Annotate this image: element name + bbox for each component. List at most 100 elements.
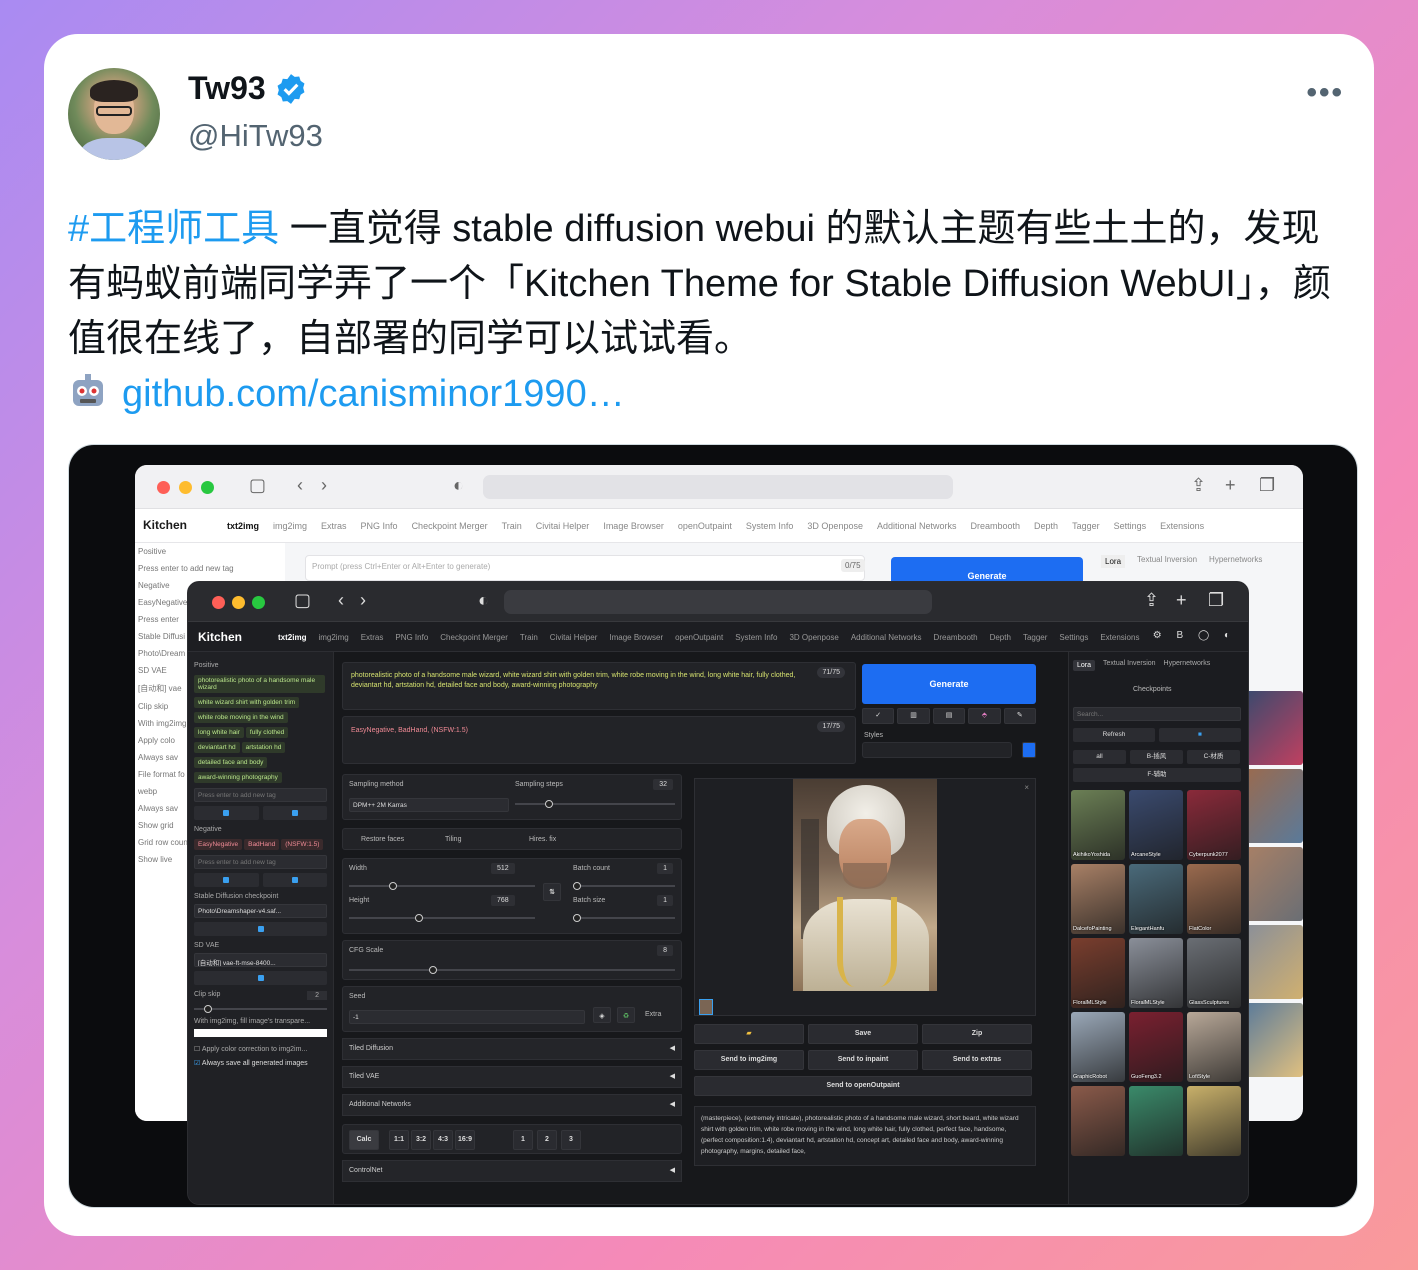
ratio-button[interactable]: 4:3 — [433, 1130, 453, 1150]
tab-0[interactable]: txt2img — [278, 633, 306, 642]
tab-15[interactable]: Settings — [1059, 633, 1088, 642]
close-dot[interactable] — [212, 596, 225, 609]
lora-thumbnail[interactable]: FloralMLStyle — [1071, 938, 1125, 1008]
apply-style-button[interactable]: ✓ — [862, 708, 895, 724]
checkpoint-select[interactable]: Photo\Dreamshaper-v4.saf... — [194, 904, 327, 918]
seed-input[interactable]: -1 — [349, 1010, 585, 1024]
styles-select[interactable] — [862, 742, 1012, 758]
author-name-row[interactable]: Tw93 — [188, 70, 308, 107]
save-button[interactable]: Save — [808, 1024, 918, 1044]
share-icon[interactable]: ⇪ — [1144, 590, 1159, 611]
tab-10[interactable]: 3D Openpose — [789, 633, 838, 642]
tab-10[interactable]: 3D Openpose — [807, 521, 863, 531]
lora-thumbnail[interactable]: DalcefoPainting — [1071, 864, 1125, 934]
header-icons[interactable]: ⚙ B ◯ ◐ — [1153, 630, 1236, 641]
lora-thumbnail[interactable]: ElegantHanfu — [1129, 864, 1183, 934]
sampling-steps-slider[interactable] — [515, 800, 675, 808]
cfg-scale-slider[interactable] — [349, 966, 675, 974]
transparency-color-bar[interactable] — [194, 1029, 327, 1037]
sampling-steps-value[interactable]: 32 — [653, 779, 673, 790]
tweet-media-image[interactable]: ▢ ‹ › ◐ ⇪ + ❐ Kitchen txt2img img2img Extr… — [68, 444, 1358, 1208]
network-tab[interactable]: Textual Inversion — [1137, 555, 1197, 568]
tab-14[interactable]: Tagger — [1072, 521, 1100, 531]
generated-wizard-image[interactable] — [793, 779, 937, 991]
minimize-dot[interactable] — [179, 481, 192, 494]
edit-icon[interactable]: ✎ — [1003, 708, 1037, 724]
network-tab[interactable]: Hypernetworks — [1209, 555, 1262, 568]
hashtag-link[interactable]: #工程师工具 — [68, 208, 279, 250]
tab-11[interactable]: Additional Networks — [851, 633, 922, 642]
tab-7[interactable]: Image Browser — [609, 633, 663, 642]
controlnet-accordion[interactable]: ControlNet — [342, 1160, 682, 1182]
zoom-dot[interactable] — [201, 481, 214, 494]
back-nav-icon[interactable]: ‹ — [297, 475, 303, 496]
swap-dimensions-button[interactable]: ⇅ — [543, 883, 561, 901]
width-slider[interactable] — [349, 882, 535, 890]
tabs-overview-icon[interactable]: ❐ — [1259, 475, 1275, 496]
close-preview-icon[interactable]: × — [1024, 783, 1029, 792]
tab-13[interactable]: Depth — [1034, 521, 1058, 531]
positive-tag[interactable]: fully clothed — [245, 727, 289, 738]
multiplier-button[interactable]: 3 — [561, 1130, 581, 1150]
url-bar[interactable] — [504, 590, 932, 614]
filter-button[interactable]: B-插风 — [1130, 750, 1183, 764]
negative-tag[interactable]: (NSFW:1.5) — [281, 839, 324, 850]
tab-4[interactable]: Checkpoint Merger — [440, 633, 508, 642]
send-to-extras-button[interactable]: Send to extras — [922, 1050, 1032, 1070]
positive-tag[interactable]: artstation hd — [241, 742, 286, 753]
tab-2[interactable]: Extras — [321, 521, 347, 531]
tab-11[interactable]: Additional Networks — [877, 521, 957, 531]
random-seed-icon[interactable]: ◈ — [593, 1007, 611, 1023]
hires-fix-checkbox[interactable]: Hires. fix — [529, 836, 556, 843]
sampling-method-select[interactable]: DPM++ 2M Karras — [349, 798, 509, 812]
minimize-dot[interactable] — [232, 596, 245, 609]
multiplier-button[interactable]: 2 — [537, 1130, 557, 1150]
send-to-inpaint-button[interactable]: Send to inpaint — [808, 1050, 918, 1070]
new-tab-icon[interactable]: + — [1225, 475, 1236, 496]
accordion-0[interactable]: Tiled Diffusion — [342, 1038, 682, 1060]
tab-1[interactable]: img2img — [273, 521, 307, 531]
apply-color-correction-checkbox[interactable]: ☐ Apply color correction to img2im... — [194, 1045, 327, 1053]
network-search-input[interactable]: Search... — [1073, 707, 1241, 721]
filter-button[interactable]: C-材质 — [1187, 750, 1240, 764]
tab-8[interactable]: openOutpaint — [678, 521, 732, 531]
github-link[interactable]: github.com/canisminor1990… — [122, 373, 625, 415]
extra-seed-checkbox[interactable]: Extra — [645, 1011, 661, 1018]
tab-3[interactable]: PNG Info — [395, 633, 428, 642]
tab-3[interactable]: PNG Info — [361, 521, 398, 531]
tab-1[interactable]: img2img — [318, 633, 348, 642]
ratio-button[interactable]: 1:1 — [389, 1130, 409, 1150]
ratio-button[interactable]: 16:9 — [455, 1130, 475, 1150]
lora-thumbnail[interactable]: GuoFeng3.2 — [1129, 1012, 1183, 1082]
tab-12[interactable]: Dreambooth — [971, 521, 1021, 531]
generate-button[interactable]: Generate — [862, 664, 1036, 704]
tab-5[interactable]: Train — [520, 633, 538, 642]
cfg-scale-value[interactable]: 8 — [657, 945, 673, 956]
height-slider[interactable] — [349, 914, 535, 922]
network-tab[interactable]: Lora — [1101, 555, 1126, 568]
output-thumbnail[interactable] — [699, 999, 713, 1015]
network-options-button[interactable]: ■ — [1159, 728, 1241, 742]
lora-thumbnail[interactable] — [1129, 1086, 1183, 1156]
filter-button[interactable]: F-辅助 — [1073, 768, 1241, 782]
zoom-dot[interactable] — [252, 596, 265, 609]
negative-tag[interactable]: BadHand — [244, 839, 280, 850]
lora-thumbnail[interactable]: Cyberpunk2077 — [1187, 790, 1241, 860]
forward-nav-icon[interactable]: › — [321, 475, 327, 496]
calc-button[interactable]: Calc — [349, 1130, 379, 1150]
lora-thumbnail[interactable]: AkihikoYoshida — [1071, 790, 1125, 860]
height-value[interactable]: 768 — [491, 895, 515, 906]
tab-8[interactable]: openOutpaint — [675, 633, 723, 642]
tab-16[interactable]: Extensions — [1100, 633, 1139, 642]
refresh-button[interactable]: Refresh — [1073, 728, 1155, 742]
batch-count-value[interactable]: 1 — [657, 863, 673, 874]
zip-button[interactable]: Zip — [922, 1024, 1032, 1044]
clipboard-icon[interactable]: ▤ — [932, 708, 966, 724]
tab-12[interactable]: Dreambooth — [934, 633, 978, 642]
lora-thumbnail[interactable] — [1071, 1086, 1125, 1156]
checkpoint-refresh-button[interactable] — [194, 922, 327, 936]
tab-14[interactable]: Tagger — [1023, 633, 1047, 642]
positive-tag[interactable]: detailed face and body — [194, 757, 268, 768]
new-tab-icon[interactable]: + — [1176, 590, 1187, 611]
tab-5[interactable]: Train — [502, 521, 522, 531]
